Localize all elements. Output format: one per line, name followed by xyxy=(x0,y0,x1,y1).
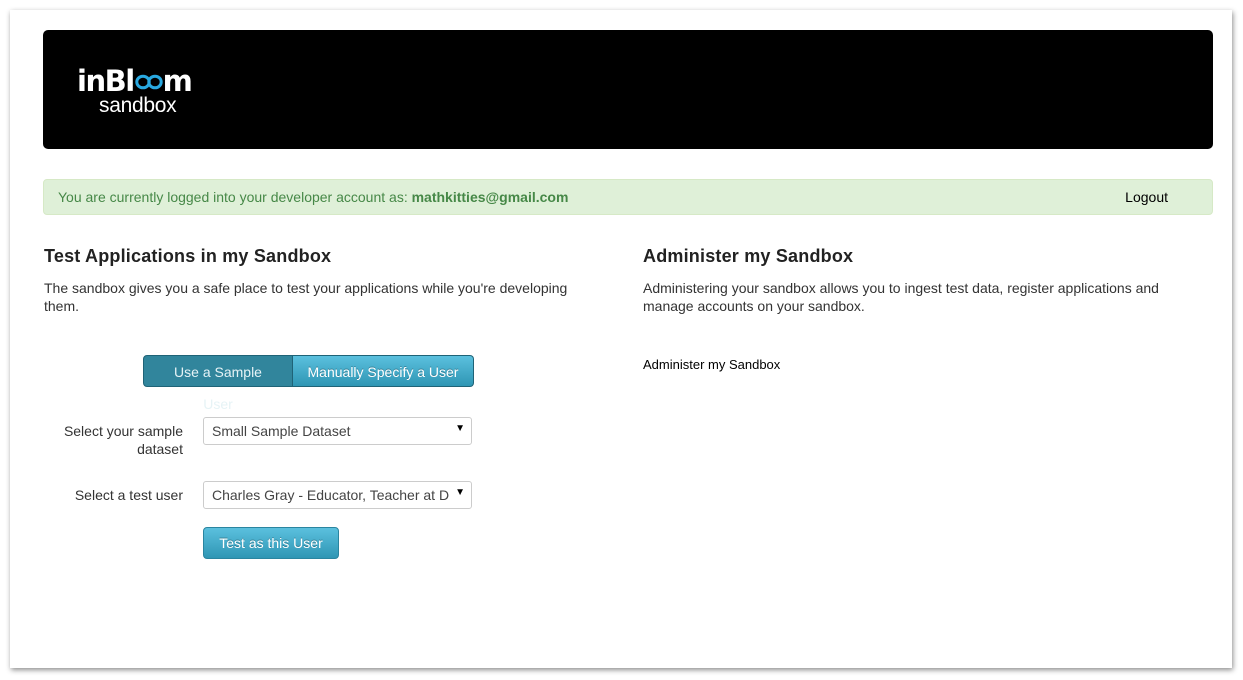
dataset-select[interactable]: Small Sample Dataset ▼ xyxy=(203,417,472,445)
chevron-down-icon: ▼ xyxy=(455,423,465,434)
logo-text-right: m xyxy=(162,64,193,98)
test-user-select[interactable]: Charles Gray - Educator, Teacher at Dayb… xyxy=(203,481,472,509)
admin-section-title: Administer my Sandbox xyxy=(643,246,854,266)
logout-link[interactable]: Logout xyxy=(1125,189,1168,205)
use-sample-user-button[interactable]: Use a Sample User xyxy=(143,355,293,412)
infinity-loop-icon xyxy=(134,74,163,90)
account-email: mathkitties@gmail.com xyxy=(411,189,569,205)
test-as-user-button[interactable]: Test as this User xyxy=(203,527,339,559)
user-mode-tabs: Use a Sample User Manually Specify a Use… xyxy=(143,355,474,412)
test-section-title: Test Applications in my Sandbox xyxy=(44,246,332,266)
header-banner: inBl m sandbox xyxy=(43,30,1213,149)
test-user-select-value: Charles Gray - Educator, Teacher at Dayb… xyxy=(212,487,449,503)
logo-wordmark: inBl m xyxy=(77,64,193,98)
logo-text-left: inBl xyxy=(77,64,135,98)
login-status-message: You are currently logged into your devel… xyxy=(58,189,412,205)
test-section-description: The sandbox gives you a safe place to te… xyxy=(44,280,568,314)
test-applications-section: Test Applications in my Sandbox The sand… xyxy=(44,244,604,315)
admin-section-description: Administering your sandbox allows you to… xyxy=(643,280,1159,314)
login-status-alert: You are currently logged into your devel… xyxy=(43,179,1213,215)
dataset-label: Select your sample dataset xyxy=(63,423,183,457)
administer-sandbox-link[interactable]: Administer my Sandbox xyxy=(643,357,780,372)
dataset-select-value: Small Sample Dataset xyxy=(212,423,351,439)
inbloom-logo: inBl m sandbox xyxy=(77,64,193,117)
administer-section: Administer my Sandbox Administering your… xyxy=(643,244,1203,315)
test-user-label: Select a test user xyxy=(74,487,183,503)
login-status-text: You are currently logged into your devel… xyxy=(58,189,568,205)
page-frame: inBl m sandbox You are currently logged … xyxy=(10,10,1232,668)
logo-subtitle: sandbox xyxy=(99,94,177,117)
chevron-down-icon: ▼ xyxy=(455,487,465,498)
manually-specify-user-button[interactable]: Manually Specify a User xyxy=(293,355,474,387)
